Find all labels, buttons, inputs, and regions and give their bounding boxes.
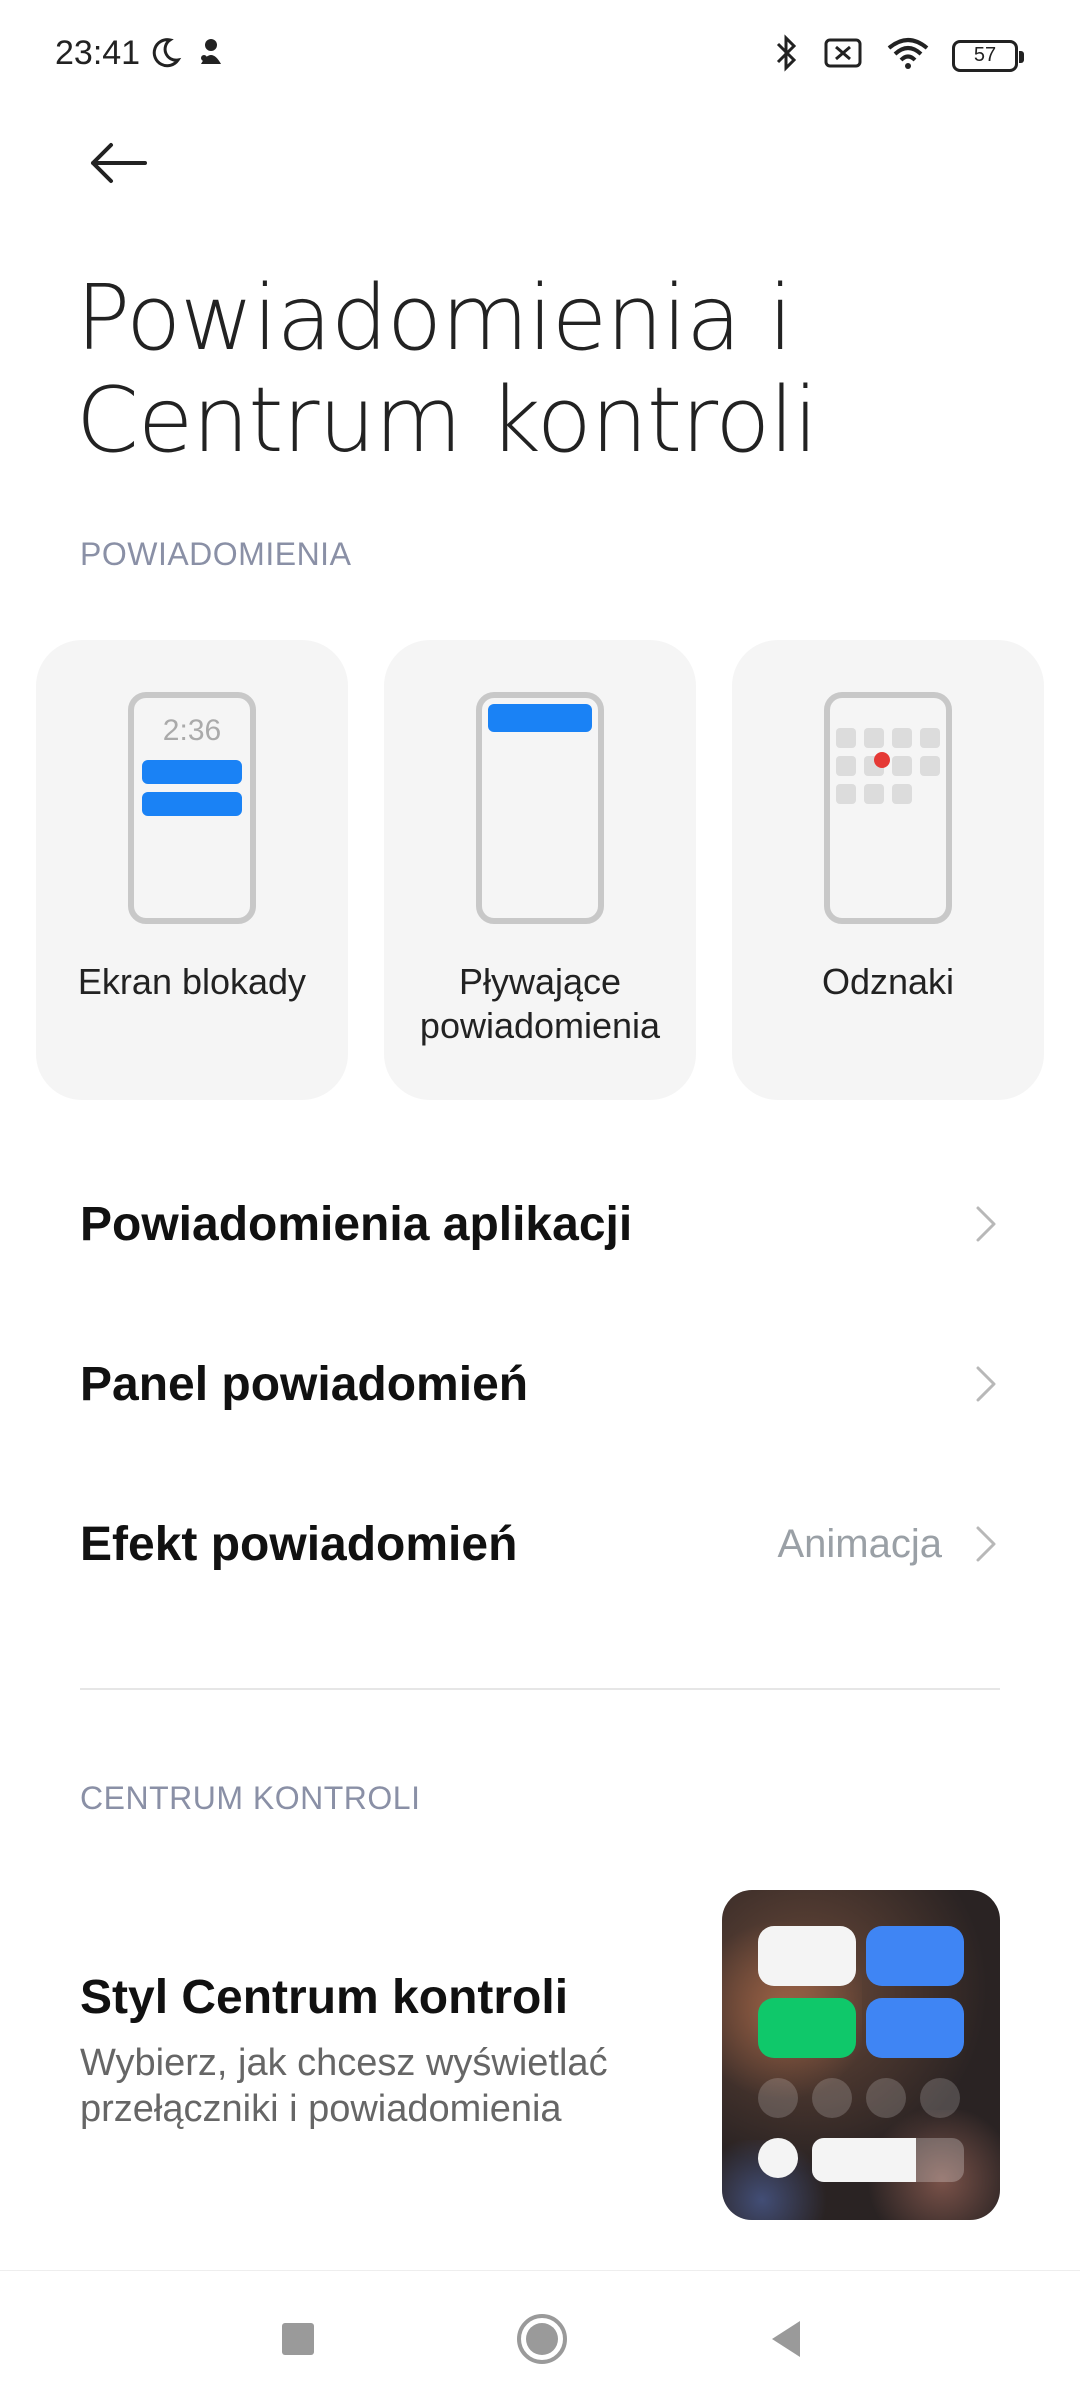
- nav-back-button[interactable]: [756, 2311, 816, 2371]
- card-lock-screen[interactable]: 2:36 Ekran blokady: [36, 640, 348, 1100]
- bluetooth-icon: [774, 34, 800, 77]
- recents-square-icon: [278, 2319, 318, 2364]
- preview-tile: [866, 1998, 964, 2058]
- list-item-notification-effect[interactable]: Efekt powiadomień Animacja: [80, 1484, 1000, 1604]
- floating-preview: [476, 692, 604, 924]
- home-button[interactable]: [512, 2311, 572, 2371]
- status-bar: 23:41 57: [0, 0, 1080, 110]
- page-title-line1: Powiadomienia i: [76, 266, 793, 371]
- style-item-description: Wybierz, jak chcesz wyświetlać przełączn…: [80, 2040, 680, 2132]
- arrow-left-icon: [87, 141, 149, 190]
- section-header-notifications: POWIADOMIENIA: [80, 536, 352, 572]
- card-label: Pływające powiadomienia: [384, 960, 696, 1048]
- chevron-right-icon: [972, 1524, 1000, 1564]
- chevron-right-icon: [972, 1204, 1000, 1244]
- preview-dot: [758, 2078, 798, 2118]
- wifi-icon: [886, 36, 930, 75]
- preview-notification: [142, 760, 242, 784]
- preview-slider: [812, 2138, 964, 2182]
- preview-time: 2:36: [162, 714, 222, 747]
- preview-tile: [866, 1926, 964, 1986]
- notification-app-icon: [196, 36, 226, 75]
- preview-floating-bar: [488, 704, 592, 732]
- app-grid: [836, 728, 940, 804]
- list-item-control-center-style[interactable]: Styl Centrum kontroli Wybierz, jak chces…: [80, 1890, 1000, 2220]
- preview-notification: [142, 792, 242, 816]
- recents-button[interactable]: [268, 2311, 328, 2371]
- back-triangle-icon: [766, 2317, 806, 2366]
- moon-icon: [148, 36, 182, 75]
- list-item-notification-panel[interactable]: Panel powiadomień: [80, 1324, 1000, 1444]
- badges-preview: [824, 692, 952, 924]
- control-center-preview: [722, 1890, 1000, 2220]
- style-item-description-line2: przełączniki i powiadomienia: [80, 2088, 562, 2130]
- status-time: 23:41: [55, 34, 141, 72]
- section-divider: [80, 1688, 1000, 1690]
- card-label: Odznaki: [821, 961, 955, 1002]
- style-item-description-line1: Wybierz, jak chcesz wyświetlać: [80, 2042, 608, 2084]
- back-button[interactable]: [78, 130, 158, 200]
- preview-toggle-circle: [758, 2138, 798, 2178]
- badge-dot: [874, 752, 890, 768]
- list-item-value: Animacja: [777, 1521, 942, 1566]
- list-item-label: Efekt powiadomień: [80, 1517, 518, 1571]
- card-label: Ekran blokady: [77, 961, 307, 1002]
- card-label-line1: Pływające: [458, 961, 622, 1002]
- battery-level: 57: [973, 44, 997, 66]
- navigation-bar: [0, 2270, 1080, 2400]
- chevron-right-icon: [972, 1364, 1000, 1404]
- preview-tile: [758, 1926, 856, 1986]
- card-floating-notifications[interactable]: Pływające powiadomienia: [384, 640, 696, 1100]
- style-item-title: Styl Centrum kontroli: [80, 1971, 569, 2024]
- home-circle-icon: [514, 2311, 570, 2372]
- card-label-line2: powiadomienia: [419, 1005, 661, 1046]
- battery-icon: 57: [952, 39, 1024, 72]
- preview-tile: [758, 1998, 856, 2058]
- preview-dot: [866, 2078, 906, 2118]
- page-title-line2: Centrum kontroli: [76, 368, 818, 473]
- lock-screen-preview: 2:36: [128, 692, 256, 924]
- list-item-label: Panel powiadomień: [80, 1357, 529, 1411]
- sim-off-icon: [822, 36, 864, 75]
- card-badges[interactable]: Odznaki: [732, 640, 1044, 1100]
- page-title: Powiadomienia i Centrum kontroli: [76, 268, 976, 472]
- notification-cards: 2:36 Ekran blokady Pływające powiadomien…: [36, 640, 1046, 1100]
- list-item-app-notifications[interactable]: Powiadomienia aplikacji: [80, 1164, 1000, 1284]
- list-item-label: Powiadomienia aplikacji: [80, 1197, 633, 1251]
- preview-dot: [920, 2078, 960, 2118]
- section-header-control-center: CENTRUM KONTROLI: [80, 1780, 421, 1816]
- preview-dot: [812, 2078, 852, 2118]
